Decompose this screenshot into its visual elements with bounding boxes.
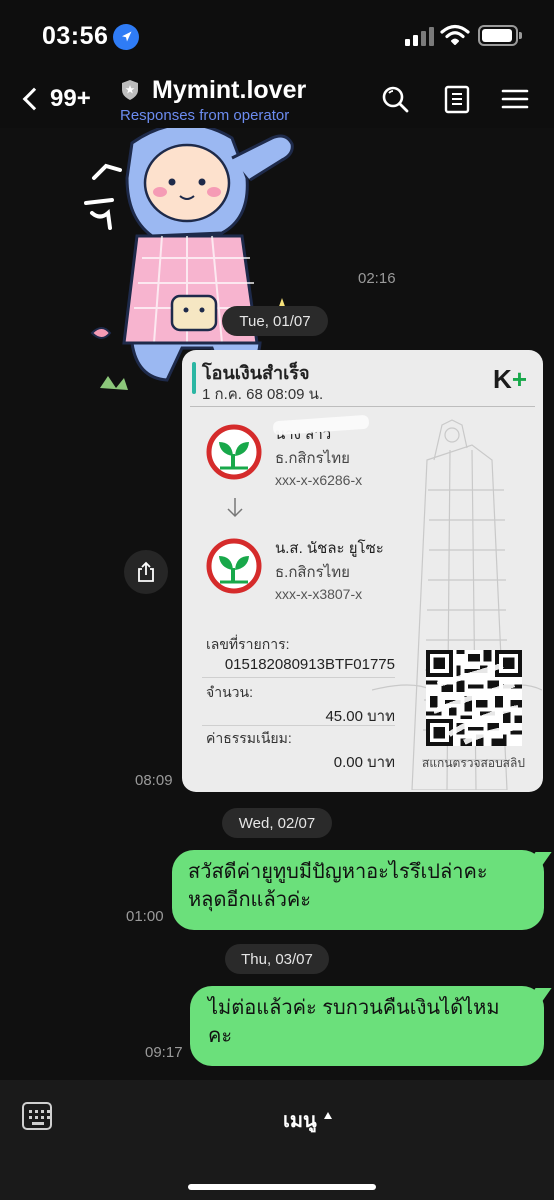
field-divider	[202, 677, 395, 678]
message-time: 09:17	[145, 1044, 183, 1061]
qr-caption: สแกนตรวจสอบสลิป	[422, 756, 525, 770]
outgoing-message-bubble[interactable]: สวัสดีค่ายูทูบมีปัญหาอะไรรึเปล่าคะ หลุดอ…	[172, 850, 544, 930]
wifi-icon	[440, 24, 470, 46]
slip-datetime: 1 ก.ค. 68 08:09 น.	[202, 386, 324, 403]
arrow-down-icon	[227, 498, 243, 518]
sender-account: xxx-x-x6286-x	[275, 472, 363, 488]
menu-toggle-button[interactable]: เมนู	[283, 1104, 317, 1136]
sender-bank: ธ.กสิกรไทย	[275, 450, 350, 467]
message-time: 01:00	[126, 908, 164, 925]
ref-label: เลขที่รายการ:	[206, 636, 290, 652]
fee-value: 0.00 บาท	[333, 754, 395, 771]
kbank-logo-icon	[206, 424, 262, 480]
unread-count: 99+	[50, 85, 91, 112]
status-bar: 03:56	[0, 0, 554, 70]
bottom-bar: เมนู	[0, 1080, 554, 1200]
status-time: 03:56	[42, 22, 109, 50]
shield-star-icon	[122, 80, 138, 100]
cellular-signal-icon	[405, 26, 435, 46]
transfer-slip-image[interactable]: โอนเงินสำเร็จ 1 ก.ค. 68 08:09 น. K+ นาง …	[182, 350, 543, 792]
qr-code-icon	[426, 650, 522, 746]
fee-label: ค่าธรรมเนียม:	[206, 730, 292, 746]
date-separator: Thu, 03/07	[225, 944, 329, 974]
receiver-bank: ธ.กสิกรไทย	[275, 564, 350, 581]
chat-header: 99+ Mymint.lover Responses from operator	[0, 70, 554, 128]
chat-title: Mymint.lover	[152, 76, 307, 104]
back-button[interactable]: 99+	[18, 80, 91, 118]
date-separator: Tue, 01/07	[222, 306, 328, 336]
chevron-left-icon	[22, 87, 46, 111]
kplus-logo: K+	[493, 364, 527, 394]
receiver-name: น.ส. นัชละ ยูโซะ	[275, 540, 384, 557]
caret-up-icon	[324, 1112, 332, 1119]
message-text-line: หลุดอีกแล้วค่ะ	[188, 889, 312, 911]
kbank-logo-icon	[206, 538, 262, 594]
amount-label: จำนวน:	[206, 684, 253, 700]
search-icon[interactable]	[380, 84, 410, 114]
location-arrow-icon	[113, 24, 139, 50]
share-icon	[138, 561, 154, 582]
keyboard-icon[interactable]	[22, 1102, 52, 1130]
field-divider	[202, 725, 395, 726]
receiver-account: xxx-x-x3807-x	[275, 586, 363, 602]
slip-accent-bar	[192, 362, 196, 394]
message-text-line: ไม่ต่อแล้วค่ะ รบกวนคืนเงินได้ไหม	[208, 997, 500, 1019]
menu-icon[interactable]	[500, 84, 530, 114]
share-button[interactable]	[124, 550, 168, 594]
date-separator: Wed, 02/07	[222, 808, 332, 838]
chat-subtitle: Responses from operator	[120, 107, 290, 124]
battery-icon	[478, 25, 522, 46]
slip-divider	[190, 406, 535, 407]
message-text-line: สวัสดีค่ายูทูบมีปัญหาอะไรรึเปล่าคะ	[188, 861, 488, 883]
home-indicator	[188, 1184, 376, 1190]
message-time: 02:16	[358, 270, 396, 287]
ref-value: 015182080913BTF01775	[224, 656, 395, 673]
message-text-line: คะ	[208, 1025, 233, 1047]
outgoing-message-bubble[interactable]: ไม่ต่อแล้วค่ะ รบกวนคืนเงินได้ไหม คะ	[190, 986, 544, 1066]
message-time: 08:09	[135, 772, 173, 789]
notes-icon[interactable]	[442, 84, 472, 114]
chat-area[interactable]: 02:16 Tue, 01/07 โอนเงินสำเร็จ 1 ก.ค. 68…	[0, 128, 554, 1080]
